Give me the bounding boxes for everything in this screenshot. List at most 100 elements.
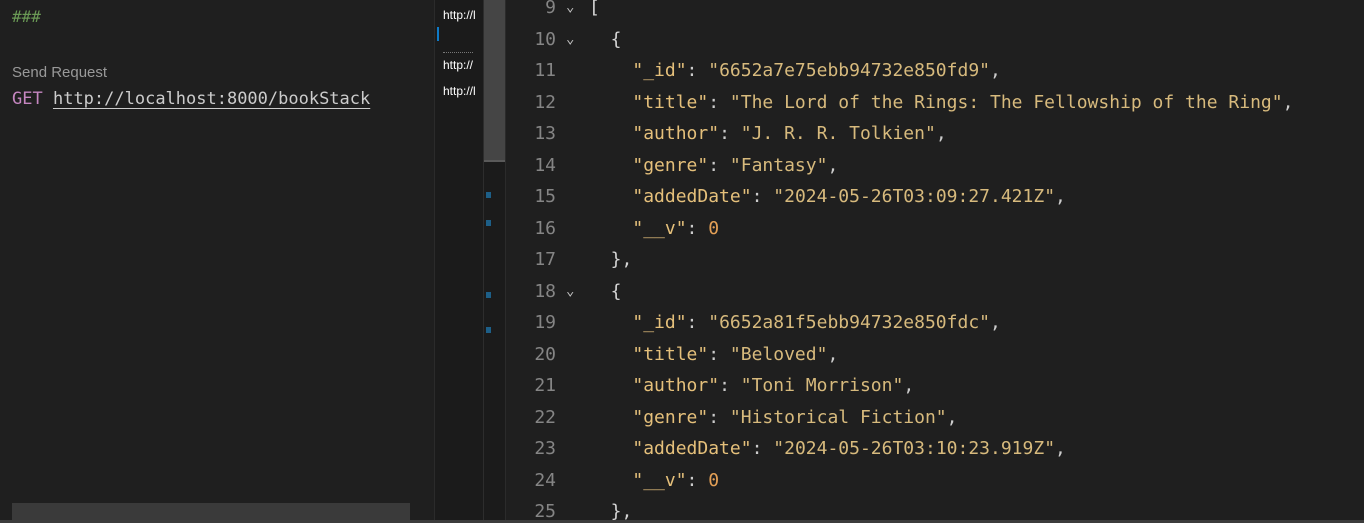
line-number: 19	[534, 312, 556, 333]
json-value: "J. R. R. Tolkien"	[740, 123, 936, 144]
minimap-tab-3[interactable]: http://l	[443, 84, 487, 100]
line-number: 15	[534, 186, 556, 207]
code-line: 13 "author": "J. R. R. Tolkien",	[506, 118, 1364, 149]
line-number: 21	[534, 375, 556, 396]
code-line: 14 "genre": "Fantasy",	[506, 150, 1364, 181]
fold-chevron-icon[interactable]: ⌄	[566, 276, 582, 307]
code-line: 9 ⌄ [	[506, 0, 1364, 23]
minimap-marker	[486, 220, 491, 226]
code-text: "title": "Beloved",	[589, 339, 838, 370]
response-editor[interactable]: 9 ⌄ [10 ⌄ {11 "_id": "6652a7e75ebb94732e850…	[505, 0, 1364, 523]
bracket: },	[589, 249, 633, 270]
line-number: 14	[534, 154, 556, 176]
minimap-divider	[443, 52, 473, 56]
send-request-codelens[interactable]: Send Request	[12, 64, 107, 81]
bracket: [	[589, 0, 600, 18]
minimap-marker	[486, 192, 491, 198]
request-url-link[interactable]: http://localhost:8000/bookStack	[53, 89, 370, 109]
code-text: "addedDate": "2024-05-26T03:09:27.421Z",	[589, 181, 1066, 212]
json-key: "addedDate"	[632, 186, 752, 207]
colon: :	[719, 123, 741, 144]
line-number: 11	[534, 60, 556, 81]
json-value: "Historical Fiction"	[729, 406, 947, 428]
minimap-tab-1[interactable]: http://l	[443, 8, 487, 24]
json-key: "author"	[632, 375, 720, 396]
code-line: 22 "genre": "Historical Fiction",	[506, 402, 1364, 433]
code-line: 11 "_id": "6652a7e75ebb94732e850fd9",	[506, 55, 1364, 86]
colon: :	[708, 91, 730, 113]
request-line: GET http://localhost:8000/bookStack	[12, 89, 370, 109]
line-number: 23	[534, 438, 556, 459]
json-value: 0	[708, 469, 720, 491]
comma: ,	[935, 123, 947, 144]
json-value: "The Lord of the Rings: The Fellowship o…	[729, 91, 1283, 113]
code-text: "__v": 0	[589, 213, 719, 244]
code-line: 17 },	[506, 244, 1364, 275]
fold-chevron-icon[interactable]: ⌄	[566, 24, 582, 55]
code-text: {	[589, 24, 622, 55]
comma: ,	[1055, 438, 1066, 459]
colon: :	[686, 312, 709, 333]
colon: :	[719, 375, 741, 396]
code-line: 20 "title": "Beloved",	[506, 339, 1364, 370]
json-key: "__v"	[632, 469, 687, 491]
line-number: 25	[534, 501, 556, 522]
colon: :	[686, 60, 709, 81]
code-line: 10 ⌄ {	[506, 24, 1364, 55]
json-key: "title"	[632, 91, 709, 113]
json-key: "addedDate"	[632, 438, 752, 459]
code-text: {	[589, 276, 622, 307]
code-line: 12 "title": "The Lord of the Rings: The …	[506, 87, 1364, 118]
minimap-separator	[484, 160, 506, 162]
code-line: 15 "addedDate": "2024-05-26T03:09:27.421…	[506, 181, 1364, 212]
minimap-marker	[486, 292, 491, 298]
json-value: "2024-05-26T03:09:27.421Z"	[773, 186, 1056, 207]
colon: :	[751, 438, 774, 459]
minimap-tab-2[interactable]: http://	[443, 58, 487, 74]
comma: ,	[990, 312, 1001, 333]
comma: ,	[903, 375, 915, 396]
line-number: 16	[534, 217, 556, 239]
code-line: 16 "__v": 0	[506, 213, 1364, 244]
vscode-window: ### Send Request GET http://localhost:80…	[0, 0, 1364, 523]
colon: :	[751, 186, 774, 207]
bracket: {	[589, 28, 622, 50]
json-key: "genre"	[632, 406, 709, 428]
code-line: 18 ⌄ {	[506, 276, 1364, 307]
code-line: 23 "addedDate": "2024-05-26T03:10:23.919…	[506, 433, 1364, 464]
bracket: },	[589, 501, 633, 522]
line-number: 12	[534, 91, 556, 113]
json-key: "genre"	[632, 154, 709, 176]
json-key: "_id"	[632, 60, 687, 81]
code-text: "author": "J. R. R. Tolkien",	[589, 118, 947, 149]
code-text: [	[589, 0, 600, 23]
json-value: "Fantasy"	[729, 154, 828, 176]
colon: :	[686, 469, 709, 491]
line-number: 24	[534, 469, 556, 491]
line-number: 18	[534, 280, 556, 302]
code-text: "genre": "Historical Fiction",	[589, 402, 957, 433]
code-text: "_id": "6652a7e75ebb94732e850fd9",	[589, 55, 1000, 86]
json-value: "2024-05-26T03:10:23.919Z"	[773, 438, 1056, 459]
comma: ,	[1055, 186, 1066, 207]
code-text: },	[589, 244, 633, 275]
json-value: "6652a81f5ebb94732e850fdc"	[708, 312, 990, 333]
request-editor[interactable]: ### Send Request GET http://localhost:80…	[0, 0, 434, 523]
json-key: "_id"	[632, 312, 687, 333]
minimap[interactable]: http://l http:// http://l	[434, 0, 506, 523]
minimap-slider[interactable]	[484, 0, 505, 160]
request-separator: ###	[12, 7, 41, 26]
comma: ,	[1282, 91, 1294, 113]
json-value: "Toni Morrison"	[740, 375, 904, 396]
comma: ,	[827, 343, 839, 365]
line-number: 20	[534, 343, 556, 365]
request-method: GET	[12, 89, 43, 109]
json-value: 0	[708, 217, 720, 239]
line-number: 9	[545, 0, 556, 18]
code-line: 25 },	[506, 496, 1364, 523]
code-line: 19 "_id": "6652a81f5ebb94732e850fdc",	[506, 307, 1364, 338]
comma: ,	[827, 154, 839, 176]
fold-chevron-icon[interactable]: ⌄	[566, 0, 582, 23]
json-key: "title"	[632, 343, 709, 365]
code-text: "genre": "Fantasy",	[589, 150, 838, 181]
